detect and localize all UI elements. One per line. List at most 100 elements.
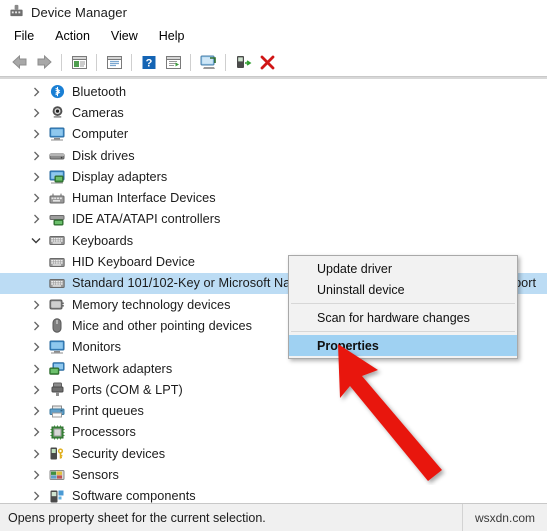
toolbar-separator bbox=[225, 53, 226, 71]
enable-device-icon[interactable] bbox=[231, 51, 255, 73]
tree-node-keyboards[interactable]: Keyboards bbox=[0, 230, 547, 251]
toolbar-separator bbox=[131, 53, 132, 71]
tree-node-print-queues[interactable]: Print queues bbox=[0, 400, 547, 421]
tree-node-display-adapters[interactable]: Display adapters bbox=[0, 166, 547, 187]
ide-controller-icon bbox=[46, 211, 68, 227]
keyboard-icon bbox=[46, 275, 68, 291]
tree-node-ide-ata-atapi-controllers[interactable]: IDE ATA/ATAPI controllers bbox=[0, 209, 547, 230]
keyboard-icon bbox=[46, 254, 68, 270]
status-bar: Opens property sheet for the current sel… bbox=[0, 503, 547, 531]
processor-icon bbox=[46, 424, 68, 440]
tree-node-label: Processors bbox=[72, 425, 136, 440]
update-driver-icon[interactable] bbox=[161, 51, 185, 73]
ctx-update-driver[interactable]: Update driver bbox=[289, 258, 517, 279]
tree-node-label: Keyboards bbox=[72, 233, 134, 248]
chevron-right-icon[interactable] bbox=[26, 87, 46, 97]
scan-hardware-changes-icon[interactable] bbox=[196, 51, 220, 73]
chevron-right-icon[interactable] bbox=[26, 406, 46, 416]
chevron-right-icon[interactable] bbox=[26, 300, 46, 310]
network-adapter-icon bbox=[46, 361, 68, 377]
title-bar: Device Manager bbox=[0, 0, 547, 24]
tree-node-bluetooth[interactable]: Bluetooth bbox=[0, 81, 547, 102]
chevron-right-icon[interactable] bbox=[26, 470, 46, 480]
forward-icon[interactable] bbox=[32, 51, 56, 73]
ctx-properties[interactable]: Properties bbox=[289, 335, 517, 356]
help-icon[interactable]: ? bbox=[137, 51, 161, 73]
chevron-right-icon[interactable] bbox=[26, 321, 46, 331]
tree-node-label: Display adapters bbox=[72, 169, 168, 184]
toolbar-separator bbox=[96, 53, 97, 71]
tree-node-human-interface-devices[interactable]: Human Interface Devices bbox=[0, 187, 547, 208]
chevron-right-icon[interactable] bbox=[26, 364, 46, 374]
chevron-right-icon[interactable] bbox=[26, 449, 46, 459]
chevron-down-icon[interactable] bbox=[26, 237, 46, 244]
menu-action[interactable]: Action bbox=[50, 27, 100, 45]
device-manager-icon bbox=[9, 3, 24, 21]
chevron-right-icon[interactable] bbox=[26, 172, 46, 182]
tree-node-label: Computer bbox=[72, 127, 129, 142]
uninstall-device-icon[interactable] bbox=[255, 51, 279, 73]
bluetooth-icon bbox=[46, 84, 68, 100]
chevron-right-icon[interactable] bbox=[26, 491, 46, 501]
toolbar: ? bbox=[0, 48, 547, 76]
chevron-right-icon[interactable] bbox=[26, 108, 46, 118]
tree-node-label: Ports (COM & LPT) bbox=[72, 382, 183, 397]
chevron-right-icon[interactable] bbox=[26, 129, 46, 139]
context-menu[interactable]: Update driver Uninstall device Scan for … bbox=[288, 255, 518, 359]
menu-view[interactable]: View bbox=[106, 27, 148, 45]
chevron-right-icon[interactable] bbox=[26, 151, 46, 161]
menu-file[interactable]: File bbox=[9, 27, 44, 45]
status-text: Opens property sheet for the current sel… bbox=[8, 510, 266, 525]
port-icon bbox=[46, 382, 68, 398]
menu-bar: File Action View Help bbox=[0, 24, 547, 48]
display-adapter-icon bbox=[46, 169, 68, 185]
chevron-right-icon[interactable] bbox=[26, 214, 46, 224]
tree-node-label: Sensors bbox=[72, 467, 119, 482]
tree-node-processors[interactable]: Processors bbox=[0, 422, 547, 443]
tree-node-label: Print queues bbox=[72, 404, 144, 419]
chevron-right-icon[interactable] bbox=[26, 427, 46, 437]
watermark: wsxdn.com bbox=[461, 504, 547, 531]
chevron-right-icon[interactable] bbox=[26, 342, 46, 352]
tree-node-software-components[interactable]: Software components bbox=[0, 486, 547, 504]
security-device-icon bbox=[46, 446, 68, 462]
tree-node-cameras[interactable]: Cameras bbox=[0, 102, 547, 123]
sensor-icon bbox=[46, 467, 68, 483]
memory-technology-icon bbox=[46, 297, 68, 313]
disk-drive-icon bbox=[46, 148, 68, 164]
keyboard-icon bbox=[46, 233, 68, 249]
tree-node-label: Monitors bbox=[72, 340, 122, 355]
tree-node-label: Disk drives bbox=[72, 148, 135, 163]
back-icon[interactable] bbox=[8, 51, 32, 73]
tree-node-disk-drives[interactable]: Disk drives bbox=[0, 145, 547, 166]
tree-node-label: Mice and other pointing devices bbox=[72, 318, 252, 333]
software-component-icon bbox=[46, 488, 68, 504]
window-title: Device Manager bbox=[31, 4, 128, 20]
tree-node-computer[interactable]: Computer bbox=[0, 124, 547, 145]
tree-node-label: Cameras bbox=[72, 105, 124, 120]
tree-node-label: Memory technology devices bbox=[72, 297, 231, 312]
show-hide-console-tree-icon[interactable] bbox=[67, 51, 91, 73]
context-menu-separator bbox=[291, 303, 515, 304]
printer-icon bbox=[46, 403, 68, 419]
ctx-scan-hardware-changes[interactable]: Scan for hardware changes bbox=[289, 307, 517, 328]
toolbar-separator bbox=[190, 53, 191, 71]
monitor-icon bbox=[46, 339, 68, 355]
tree-node-label: Network adapters bbox=[72, 361, 173, 376]
tree-node-label: HID Keyboard Device bbox=[72, 255, 195, 270]
mouse-icon bbox=[46, 318, 68, 334]
tree-node-label: Human Interface Devices bbox=[72, 191, 216, 206]
computer-icon bbox=[46, 126, 68, 142]
tree-node-security-devices[interactable]: Security devices bbox=[0, 443, 547, 464]
tree-node-sensors[interactable]: Sensors bbox=[0, 464, 547, 485]
tree-node-label: Bluetooth bbox=[72, 84, 127, 99]
menu-help[interactable]: Help bbox=[154, 27, 195, 45]
properties-icon[interactable] bbox=[102, 51, 126, 73]
ctx-uninstall-device[interactable]: Uninstall device bbox=[289, 279, 517, 300]
chevron-right-icon[interactable] bbox=[26, 193, 46, 203]
tree-node-ports-com-lpt[interactable]: Ports (COM & LPT) bbox=[0, 379, 547, 400]
chevron-right-icon[interactable] bbox=[26, 385, 46, 395]
camera-icon bbox=[46, 105, 68, 121]
context-menu-separator bbox=[291, 331, 515, 332]
tree-node-network-adapters[interactable]: Network adapters bbox=[0, 358, 547, 379]
